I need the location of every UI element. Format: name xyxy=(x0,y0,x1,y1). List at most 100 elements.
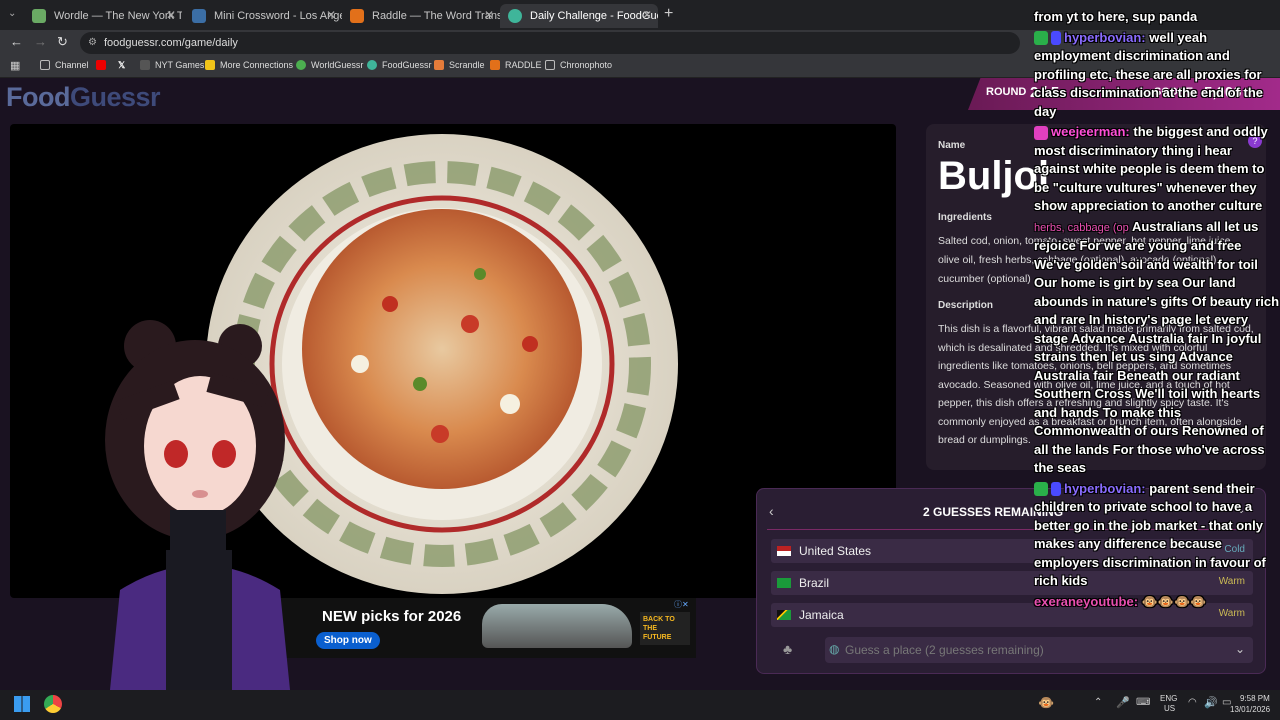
hint-bulb-icon[interactable]: ♣ xyxy=(783,641,792,657)
tab-title: Raddle — The Word Transforme xyxy=(372,10,500,22)
logo-food: Food xyxy=(6,82,70,112)
wifi-icon[interactable]: ◠ xyxy=(1188,697,1197,708)
name-label: Name xyxy=(938,140,966,151)
tab-list-icon[interactable]: ⌄ xyxy=(8,8,16,19)
chat-message: hyperbovian: parent send their children … xyxy=(1034,480,1280,591)
heart-badge-icon xyxy=(1034,125,1048,140)
scrandle-icon xyxy=(434,60,444,70)
ad-car-image xyxy=(482,604,632,648)
clock-date[interactable]: 13/01/2026 xyxy=(1230,705,1270,714)
bookmark-foodguessr[interactable]: FoodGuessr xyxy=(367,60,432,70)
raddle-icon xyxy=(490,60,500,70)
close-icon[interactable]: ✕ xyxy=(484,8,494,22)
region-label[interactable]: US xyxy=(1164,704,1175,713)
round-label: ROUND xyxy=(986,86,1027,98)
keyboard-icon[interactable]: ⌨ xyxy=(1136,697,1150,708)
bookmark-label: Channel xyxy=(55,60,89,70)
tier-badge-icon xyxy=(1051,31,1061,46)
bookmark-nyt-games[interactable]: NYT Games xyxy=(140,60,204,70)
bookmark-worldguessr[interactable]: WorldGuessr xyxy=(296,60,363,70)
wordle-icon xyxy=(32,9,46,23)
description-label: Description xyxy=(938,300,994,311)
bookmark-label: RADDLE xyxy=(505,60,542,70)
guess-country: Brazil xyxy=(799,576,830,590)
la-times-icon xyxy=(192,9,206,23)
foodguessr-icon xyxy=(367,60,377,70)
tab-wordle[interactable]: Wordle — The New York Times ✕ xyxy=(24,4,182,28)
language-label[interactable]: ENG xyxy=(1160,694,1177,703)
chat-text: parent send their children to private sc… xyxy=(1034,480,1266,589)
guess-country: Jamaica xyxy=(799,608,844,622)
globe-icon: ◍ xyxy=(829,642,840,656)
bookmark-label: WorldGuessr xyxy=(311,60,364,70)
forward-icon[interactable]: → xyxy=(34,34,47,49)
guess-country: United States xyxy=(799,544,872,558)
chat-text: Australians all let us rejoice For we ar… xyxy=(1034,218,1280,476)
bookmark-youtube[interactable] xyxy=(96,60,111,70)
ad-headline: NEW picks for 2026 xyxy=(322,608,462,625)
stream-chat-overlay: from yt to here, sup panda hyperbovian: … xyxy=(1034,0,1280,690)
apps-grid-icon[interactable]: ▦ xyxy=(10,59,20,72)
windows-start-icon[interactable] xyxy=(14,696,30,712)
bookmark-more-connections[interactable]: More Connections xyxy=(205,60,293,70)
tab-raddle[interactable]: Raddle — The Word Transforme ✕ xyxy=(342,4,500,28)
tab-title: Wordle — The New York Times xyxy=(54,10,182,22)
bookmark-label: Scrandle xyxy=(449,60,485,70)
foodguessr-logo[interactable]: FoodGuessr xyxy=(6,82,161,113)
tab-mini-crossword[interactable]: Mini Crossword - Los Angeles T ✕ xyxy=(184,4,342,28)
chat-message: from yt to here, sup panda xyxy=(1034,8,1280,27)
chat-username: exeraneyoutube: xyxy=(1034,593,1139,609)
bookmark-label: Chronophoto xyxy=(560,60,613,70)
tab-title: Daily Challenge - FoodGuessr | xyxy=(530,10,658,22)
bookmark-scrandle[interactable]: Scrandle xyxy=(434,60,485,70)
emoji-icon[interactable]: 🐵 xyxy=(1038,695,1054,711)
new-tab-button[interactable]: + xyxy=(664,5,673,23)
chat-username: weejeerman: xyxy=(1051,124,1130,139)
chat-message: weejeerman: the biggest and oddly most d… xyxy=(1034,123,1280,216)
emote-icons: 🐵🐵🐵🐵 xyxy=(1141,593,1207,609)
close-icon[interactable]: ✕ xyxy=(326,8,336,22)
back-icon[interactable]: ← xyxy=(10,34,23,49)
chrome-icon[interactable] xyxy=(44,695,62,713)
x-icon: 𝕏 xyxy=(118,60,126,70)
mic-icon[interactable]: 🎤 xyxy=(1116,696,1130,709)
close-icon[interactable]: ✕ xyxy=(642,8,652,22)
brazil-flag-icon xyxy=(777,578,791,588)
bookmark-label: FoodGuessr xyxy=(382,60,432,70)
chat-text: from yt to here, sup panda xyxy=(1034,9,1198,24)
bookmark-label: NYT Games xyxy=(155,60,205,70)
tray-chevron-icon[interactable]: ⌃ xyxy=(1094,697,1102,708)
tab-foodguessr[interactable]: Daily Challenge - FoodGuessr | ✕ xyxy=(500,4,658,28)
reload-icon[interactable]: ↻ xyxy=(57,34,68,50)
ad-banner[interactable]: NEW picks for 2026 Shop now BACK TO THE … xyxy=(270,598,696,658)
volume-icon[interactable]: 🔊 xyxy=(1204,696,1218,709)
url-text: foodguessr.com/game/daily xyxy=(104,37,238,49)
site-info-icon[interactable]: ⚙ xyxy=(88,32,97,54)
logo-guessr: Guessr xyxy=(69,82,161,112)
ad-brand-logo: BACK TO THE FUTURE xyxy=(640,612,690,645)
bookmark-raddle[interactable]: RADDLE xyxy=(490,60,542,70)
dish-name: Buljol xyxy=(938,154,1050,198)
chat-username: herbs, cabbage (op xyxy=(1034,221,1129,234)
chat-username: hyperbovian: xyxy=(1064,480,1146,496)
close-icon[interactable]: ✕ xyxy=(166,8,176,22)
collapse-left-icon[interactable]: ‹ xyxy=(769,503,774,519)
chat-message: exeraneyoutube: 🐵🐵🐵🐵 xyxy=(1034,593,1280,612)
ad-info-icon[interactable]: ⓘ✕ xyxy=(674,599,689,610)
globe-icon xyxy=(296,60,306,70)
sub-badge-icon xyxy=(1034,31,1048,46)
guess-placeholder: Guess a place (2 guesses remaining) xyxy=(845,643,1044,657)
sub-badge-icon xyxy=(1034,482,1048,497)
url-input[interactable]: ⚙ foodguessr.com/game/daily xyxy=(80,32,1020,54)
windows-taskbar: 🐵 ⌃ 🎤 ⌨ ENG US ◠ 🔊 ▭ 9:58 PM 13/01/2026 xyxy=(0,690,1280,720)
jamaica-flag-icon xyxy=(777,610,791,620)
bookmark-x[interactable]: 𝕏 xyxy=(118,60,125,71)
bookmark-label: More Connections xyxy=(220,60,294,70)
bookmark-chronophoto[interactable]: Chronophoto xyxy=(545,60,612,70)
streamer-avatar xyxy=(105,320,290,690)
camera-icon xyxy=(545,60,555,70)
clock-time[interactable]: 9:58 PM xyxy=(1240,694,1270,703)
foodguessr-icon xyxy=(508,9,522,23)
us-flag-icon xyxy=(777,546,791,556)
bookmark-channel[interactable]: Channel xyxy=(40,60,89,70)
